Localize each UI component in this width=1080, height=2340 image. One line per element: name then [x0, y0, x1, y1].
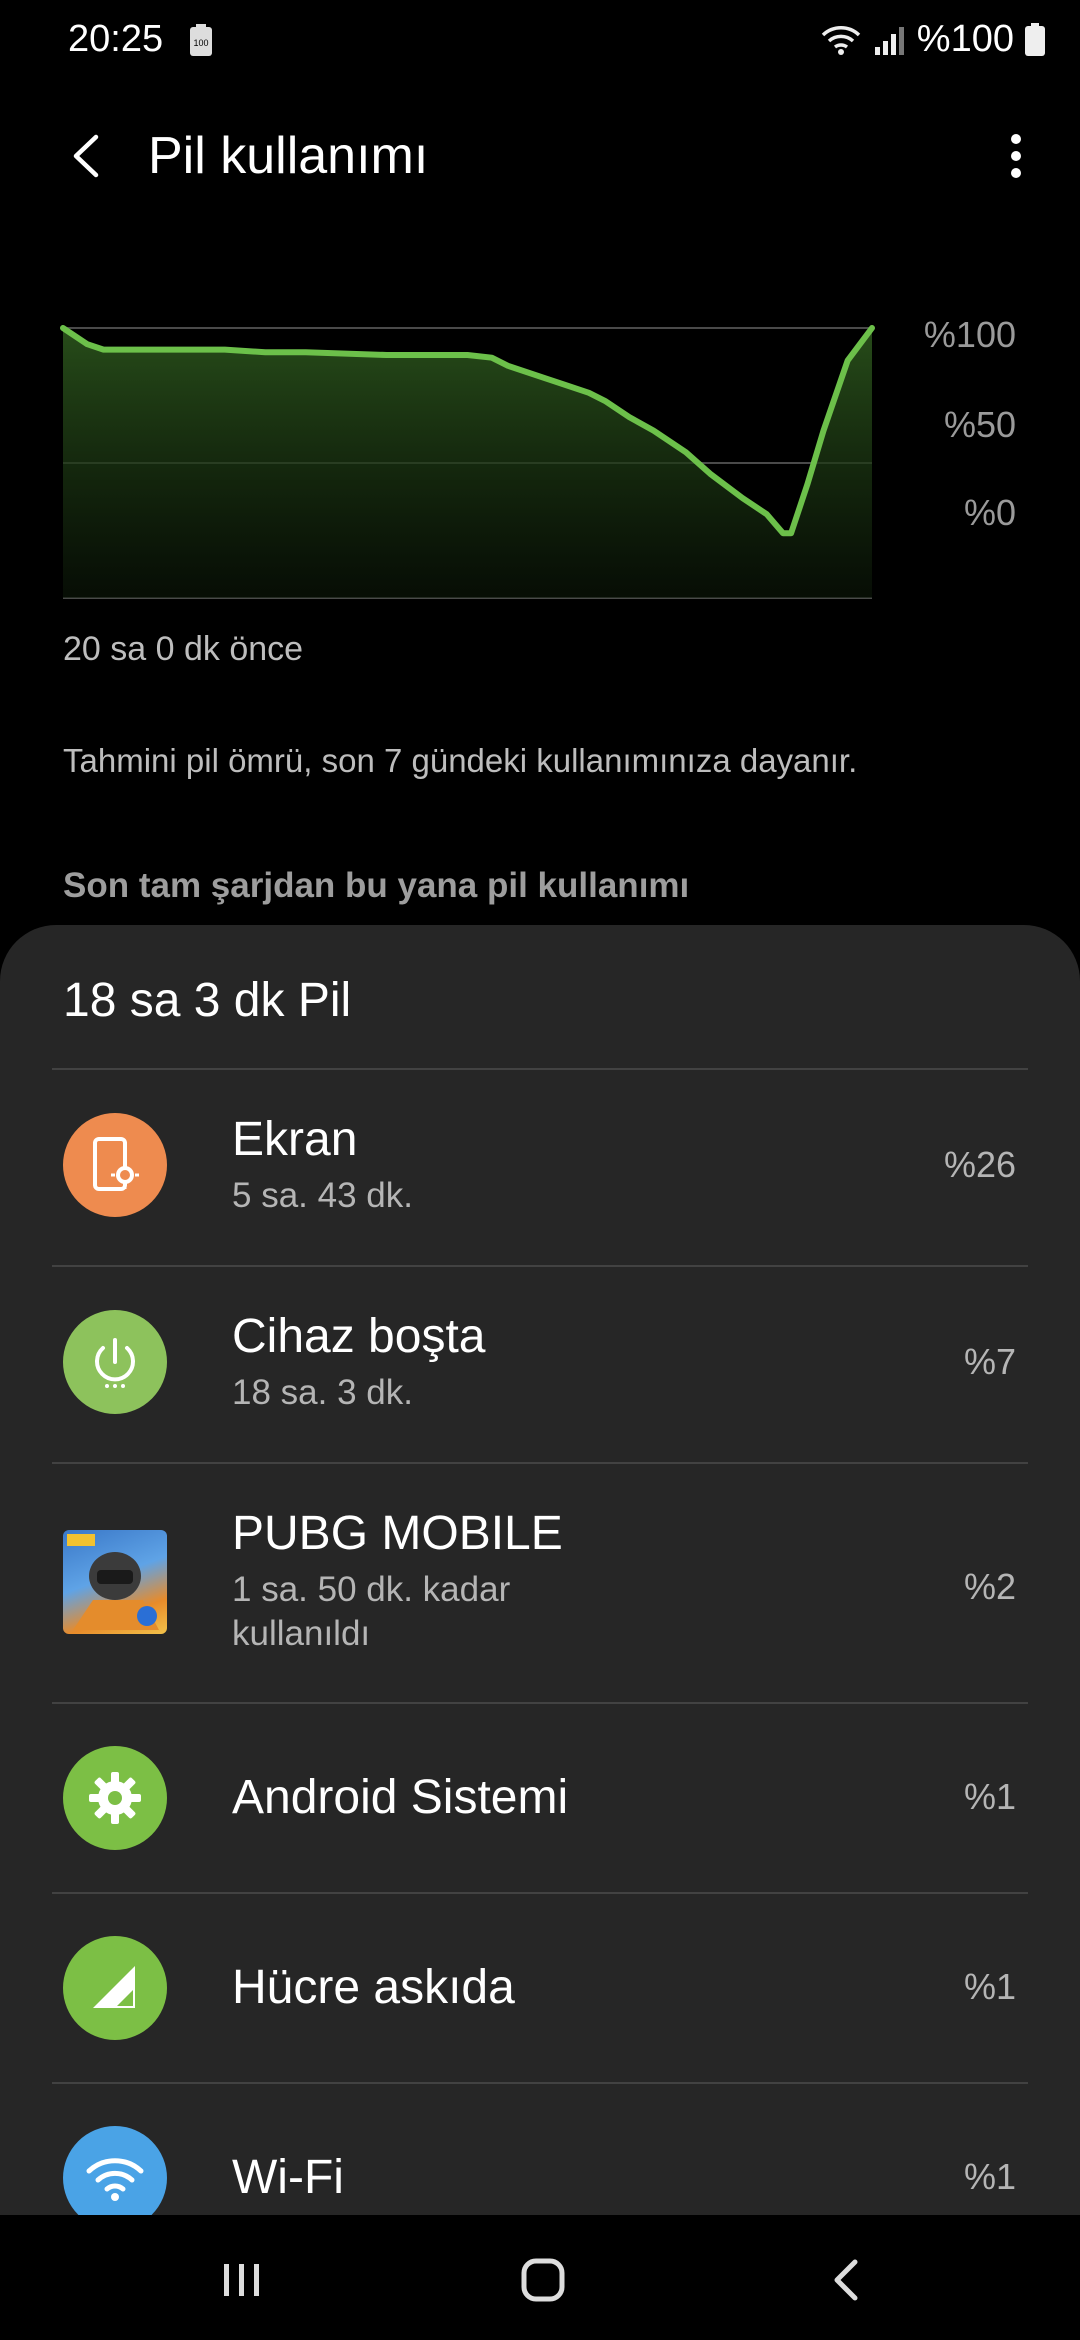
battery-chart-svg: [60, 325, 875, 599]
y-tick-0: %0: [963, 492, 1016, 533]
status-bar: 20:25 100 %100: [0, 0, 1080, 84]
app-header: Pil kullanımı: [0, 118, 1080, 198]
cell-signal-icon: [63, 1936, 167, 2040]
row-percent: %1: [963, 1776, 1016, 1817]
row-percent: %7: [963, 1341, 1016, 1382]
signal-status-icon: [874, 26, 904, 55]
chart-start-label: 20 sa 0 dk önce: [63, 630, 304, 668]
usage-row-hucre-askida[interactable]: Hücre askıda %1: [0, 1894, 1080, 2082]
estimate-info-text: Tahmini pil ömrü, son 7 gündeki kullanım…: [63, 742, 858, 779]
row-title: Cihaz boşta: [232, 1310, 486, 1363]
row-title: Android Sistemi: [232, 1771, 569, 1824]
y-tick-100: %100: [923, 314, 1016, 355]
pubg-app-icon: [63, 1530, 167, 1634]
battery-icon: [1025, 22, 1045, 56]
usage-row-wifi[interactable]: Wi-Fi %1: [0, 2084, 1080, 2215]
usage-card: 18 sa 3 dk Pil Ekran 5 sa. 43 dk. %26 Ci…: [0, 925, 1080, 2215]
wifi-icon: [63, 2126, 167, 2215]
more-options-button[interactable]: [986, 126, 1046, 186]
row-title: Hücre askıda: [232, 1961, 515, 2014]
navigation-bar: [0, 2215, 1080, 2340]
row-title: PUBG MOBILE: [232, 1507, 563, 1560]
battery-saver-icon: 100: [190, 24, 212, 56]
home-icon: [521, 2258, 565, 2302]
total-usage-label: 18 sa 3 dk Pil: [63, 974, 352, 1027]
row-subtitle: 5 sa. 43 dk.: [232, 1176, 413, 1215]
row-subtitle: 1 sa. 50 dk. kadar kullanıldı: [232, 1570, 511, 1653]
usage-row-ekran[interactable]: Ekran 5 sa. 43 dk. %26: [0, 1070, 1080, 1265]
page-title: Pil kullanımı: [148, 127, 429, 185]
row-subtitle: 18 sa. 3 dk.: [232, 1373, 413, 1412]
nav-back-button[interactable]: [812, 2245, 882, 2315]
nav-back-icon: [834, 2259, 858, 2301]
usage-row-android-sistemi[interactable]: Android Sistemi %1: [0, 1704, 1080, 1892]
screen-brightness-icon: [63, 1113, 167, 1217]
wifi-status-icon: [821, 25, 861, 55]
row-percent: %2: [963, 1566, 1016, 1607]
row-title: Wi-Fi: [232, 2151, 344, 2204]
battery-usage-chart: %100 %50 %0: [0, 280, 1080, 640]
more-vert-icon: [1011, 134, 1021, 178]
home-button[interactable]: [508, 2245, 578, 2315]
gear-icon: [63, 1746, 167, 1850]
battery-small-label: 100: [193, 38, 208, 48]
status-time: 20:25: [68, 18, 164, 60]
row-percent: %1: [963, 1966, 1016, 2007]
row-percent: %1: [963, 2156, 1016, 2197]
usage-row-cihaz-bosta[interactable]: Cihaz boşta 18 sa. 3 dk. %7: [0, 1267, 1080, 1462]
back-button[interactable]: [56, 126, 116, 186]
row-title: Ekran: [232, 1113, 358, 1166]
power-idle-icon: [63, 1310, 167, 1414]
battery-percent: %100: [916, 18, 1014, 60]
y-tick-50: %50: [943, 404, 1016, 445]
row-percent: %26: [943, 1144, 1016, 1185]
recent-apps-icon: [224, 2264, 259, 2296]
recent-apps-button[interactable]: [207, 2245, 277, 2315]
section-title: Son tam şarjdan bu yana pil kullanımı: [63, 866, 690, 905]
back-arrow-icon: [73, 134, 99, 178]
usage-row-pubg[interactable]: PUBG MOBILE 1 sa. 50 dk. kadar kullanıld…: [0, 1464, 1080, 1702]
